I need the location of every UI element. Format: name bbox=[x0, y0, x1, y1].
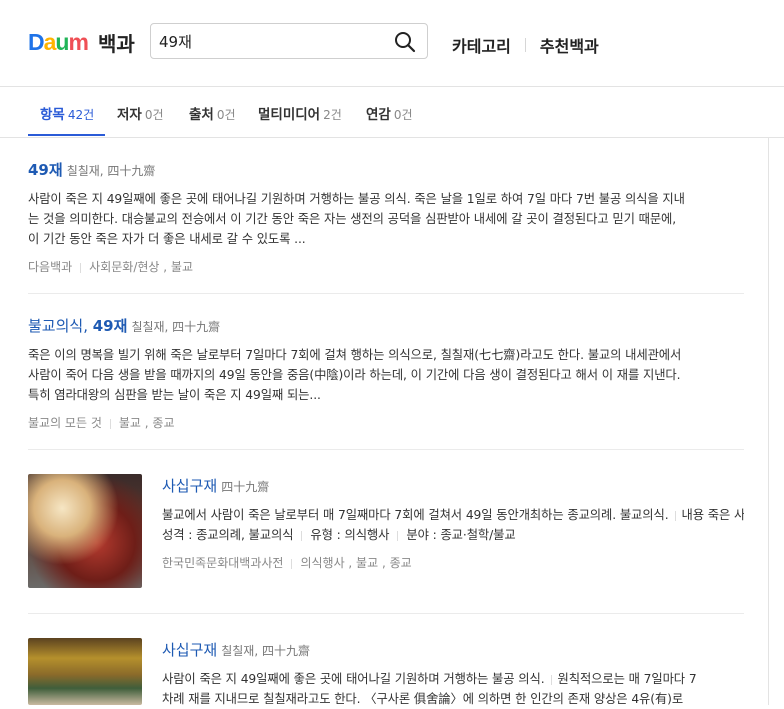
result-meta: 불교의 모든 것 불교 , 종교 bbox=[28, 414, 744, 431]
summary-line: 사람이 죽어 다음 생을 받을 때까지의 49일 동안을 중음(中陰)이라 하는… bbox=[28, 368, 681, 382]
summary-text: 불교에서 사람이 죽은 날로부터 매 7일째마다 7회에 걸쳐서 49일 동안개… bbox=[162, 508, 669, 522]
result-item: 49재 칠칠재, 四十九齋 사람이 죽은 지 49일째에 좋은 곳에 태어나길 기… bbox=[28, 159, 744, 275]
result-summary[interactable]: 사람이 죽은 지 49일째에 좋은 곳에 태어나길 기원하며 거행하는 불공 의… bbox=[162, 669, 744, 709]
summary-text: 내용 죽은 사람의 명복을 비는 천도(薦度 : 죽은 영혼이 좋은 곳에 태어… bbox=[681, 508, 744, 522]
tab-count: 0건 bbox=[144, 108, 164, 122]
summary-separator bbox=[550, 674, 552, 685]
result-title[interactable]: 사십구재 四十九齋 bbox=[162, 475, 744, 496]
logo-title[interactable]: 백과 bbox=[98, 28, 135, 57]
result-title[interactable]: 사십구재 칠칠재, 四十九齋 bbox=[162, 639, 744, 660]
result-category[interactable]: 의식행사 , 불교 , 종교 bbox=[300, 556, 411, 570]
tab-label: 항목 bbox=[40, 107, 65, 123]
tab-yearbook[interactable]: 연감 0건 bbox=[366, 103, 413, 123]
tab-label: 저자 bbox=[117, 107, 142, 123]
result-divider bbox=[28, 613, 744, 614]
result-subtitle: 四十九齋 bbox=[221, 480, 270, 494]
nav-separator bbox=[524, 38, 526, 52]
result-subtitle: 칠칠재, 四十九齋 bbox=[66, 164, 156, 178]
summary-field: 유형 : 의식행사 bbox=[310, 528, 390, 542]
result-source[interactable]: 불교의 모든 것 bbox=[28, 416, 102, 430]
summary-line: 특히 염라대왕의 심판을 받는 날이 죽은 지 49일째 되는... bbox=[28, 388, 321, 402]
tab-count: 42건 bbox=[67, 108, 95, 122]
search-button[interactable] bbox=[393, 30, 417, 54]
result-divider bbox=[28, 293, 744, 294]
result-item: 불교의식, 49재 칠칠재, 四十九齋 죽은 이의 명복을 빌기 위해 죽은 날로… bbox=[28, 315, 744, 431]
summary-separator bbox=[674, 510, 676, 521]
meta-separator bbox=[291, 558, 293, 569]
summary-field: 분야 : 종교·철학/불교 bbox=[406, 528, 516, 542]
summary-line: 사람이 죽은 지 49일째에 좋은 곳에 태어나길 기원하며 거행하는 불공 의… bbox=[28, 192, 685, 206]
result-title-prefix[interactable]: 불교의식, bbox=[28, 317, 88, 335]
summary-line: 죽은 이의 명복을 빌기 위해 죽은 날로부터 7일마다 7회에 걸쳐 행하는 … bbox=[28, 348, 682, 362]
tab-sources[interactable]: 출처 0건 bbox=[189, 103, 236, 123]
scrollbar-track[interactable] bbox=[768, 138, 769, 705]
result-category[interactable]: 사회문화/현상 , 불교 bbox=[89, 260, 193, 274]
result-thumbnail[interactable] bbox=[28, 638, 142, 705]
result-title-text[interactable]: 49재 bbox=[93, 317, 128, 335]
result-item: 사십구재 칠칠재, 四十九齋 사람이 죽은 지 49일째에 좋은 곳에 태어나길 … bbox=[162, 639, 744, 709]
result-title[interactable]: 불교의식, 49재 칠칠재, 四十九齋 bbox=[28, 315, 744, 336]
result-divider bbox=[28, 449, 744, 450]
summary-line: 성격 : 종교의례, 불교의식 유형 : 의식행사 분야 : 종교·철학/불교 bbox=[162, 525, 744, 545]
tab-multimedia[interactable]: 멀티미디어 2건 bbox=[258, 103, 342, 123]
tab-count: 0건 bbox=[393, 108, 413, 122]
result-title-text[interactable]: 사십구재 bbox=[162, 477, 217, 495]
summary-line: 이 기간 동안 죽은 자가 더 좋은 내세로 갈 수 있도록 ... bbox=[28, 232, 306, 246]
result-meta: 다음백과 사회문화/현상 , 불교 bbox=[28, 258, 744, 275]
result-tabs: 항목 42건 저자 0건 출처 0건 멀티미디어 2건 연감 0건 bbox=[0, 87, 784, 138]
summary-text: 원칙적으로는 매 7일마다 7 bbox=[557, 672, 697, 686]
nav-category[interactable]: 카테고리 bbox=[452, 33, 511, 57]
result-summary[interactable]: 불교에서 사람이 죽은 날로부터 매 7일째마다 7회에 걸쳐서 49일 동안개… bbox=[162, 505, 744, 545]
search-input[interactable] bbox=[159, 30, 379, 52]
result-source[interactable]: 한국민족문화대백과사전 bbox=[162, 556, 283, 570]
summary-separator bbox=[397, 530, 399, 541]
daum-logo[interactable]: Daum 백과 bbox=[28, 28, 135, 57]
active-tab-indicator bbox=[28, 134, 105, 136]
result-source[interactable]: 다음백과 bbox=[28, 260, 72, 274]
header: Daum 백과 카테고리 추천백과 bbox=[0, 0, 784, 87]
result-thumbnail[interactable] bbox=[28, 474, 142, 588]
summary-line: 사람이 죽은 지 49일째에 좋은 곳에 태어나길 기원하며 거행하는 불공 의… bbox=[162, 669, 744, 689]
result-title-text[interactable]: 사십구재 bbox=[162, 641, 217, 659]
summary-line: 불교에서 사람이 죽은 날로부터 매 7일째마다 7회에 걸쳐서 49일 동안개… bbox=[162, 505, 744, 525]
result-category[interactable]: 불교 , 종교 bbox=[119, 416, 175, 430]
tab-count: 0건 bbox=[216, 108, 236, 122]
result-summary[interactable]: 사람이 죽은 지 49일째에 좋은 곳에 태어나길 기원하며 거행하는 불공 의… bbox=[28, 189, 744, 249]
summary-line: 는 것을 의미한다. 대승불교의 전승에서 이 기간 동안 죽은 자는 생전의 … bbox=[28, 212, 677, 226]
tab-items[interactable]: 항목 42건 bbox=[40, 103, 94, 123]
search-box bbox=[150, 23, 428, 59]
tab-label: 연감 bbox=[366, 107, 391, 123]
result-item: 사십구재 四十九齋 불교에서 사람이 죽은 날로부터 매 7일째마다 7회에 걸쳐… bbox=[162, 475, 744, 571]
summary-text: 사람이 죽은 지 49일째에 좋은 곳에 태어나길 기원하며 거행하는 불공 의… bbox=[162, 672, 545, 686]
result-title[interactable]: 49재 칠칠재, 四十九齋 bbox=[28, 159, 744, 180]
summary-separator bbox=[301, 530, 303, 541]
tab-label: 멀티미디어 bbox=[258, 107, 321, 123]
summary-line: 차례 재를 지내므로 칠칠재라고도 한다. 〈구사론 俱舍論〉에 의하면 한 인… bbox=[162, 692, 684, 706]
result-meta: 한국민족문화대백과사전 의식행사 , 불교 , 종교 bbox=[162, 554, 744, 571]
meta-separator bbox=[109, 418, 111, 429]
nav-recommended[interactable]: 추천백과 bbox=[540, 33, 599, 57]
result-summary[interactable]: 죽은 이의 명복을 빌기 위해 죽은 날로부터 7일마다 7회에 걸쳐 행하는 … bbox=[28, 345, 744, 405]
result-subtitle: 칠칠재, 四十九齋 bbox=[131, 320, 221, 334]
daum-logo-mark: Daum bbox=[28, 28, 89, 55]
top-nav: 카테고리 추천백과 bbox=[452, 33, 599, 57]
tab-label: 출처 bbox=[189, 107, 214, 123]
result-subtitle: 칠칠재, 四十九齋 bbox=[221, 644, 310, 658]
meta-separator bbox=[80, 262, 82, 273]
summary-field: 성격 : 종교의례, 불교의식 bbox=[162, 528, 294, 542]
tab-count: 2건 bbox=[323, 108, 342, 122]
result-title-text[interactable]: 49재 bbox=[28, 161, 63, 179]
tab-authors[interactable]: 저자 0건 bbox=[117, 103, 164, 123]
search-icon bbox=[395, 32, 416, 53]
